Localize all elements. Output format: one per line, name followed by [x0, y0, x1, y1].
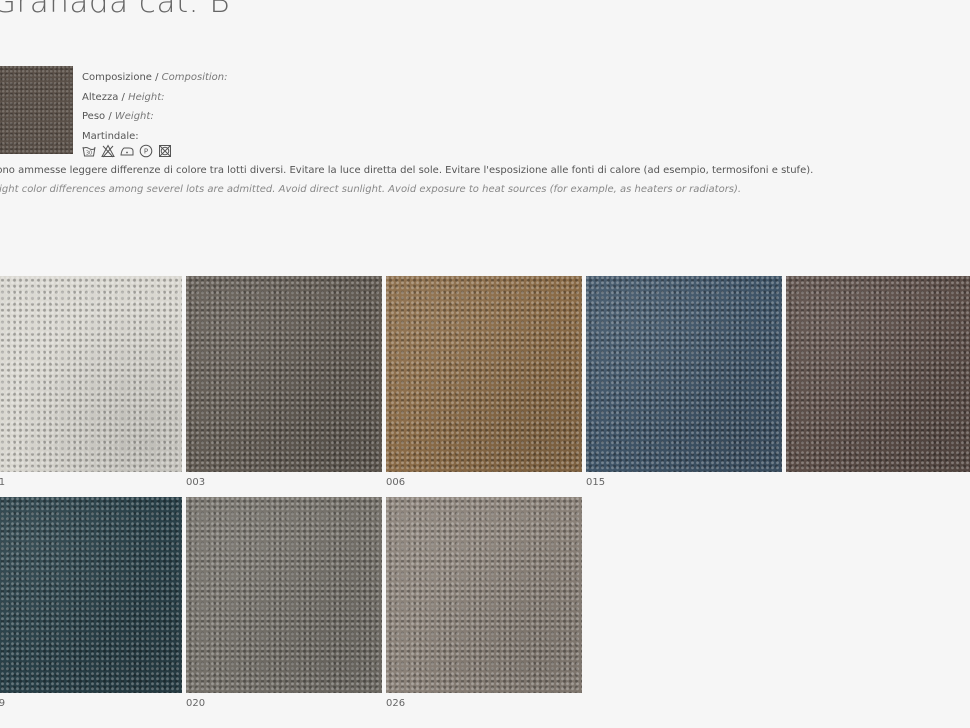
swatch-code: 019	[0, 698, 6, 709]
spec-composition: Composizione / Composition:	[82, 72, 228, 83]
swatch-image[interactable]	[0, 276, 182, 472]
swatch-code: 020	[186, 698, 206, 709]
fabric-thumbnail	[0, 66, 73, 154]
svg-text:30: 30	[86, 151, 92, 157]
swatch-image[interactable]	[386, 276, 582, 472]
dry-clean-p-icon: P	[139, 143, 153, 158]
swatch-019[interactable]: 019	[0, 497, 182, 709]
care-icons: 30 P	[82, 143, 172, 158]
swatch-image[interactable]	[786, 276, 970, 472]
svg-text:P: P	[144, 148, 148, 156]
swatch-026[interactable]: 026	[386, 497, 582, 709]
iron-low-icon	[120, 143, 134, 157]
no-bleach-icon	[101, 143, 115, 158]
swatch-015[interactable]: 015	[586, 276, 782, 488]
swatch-006[interactable]: 006	[386, 276, 582, 488]
swatch-020[interactable]: 020	[186, 497, 382, 709]
swatch-image[interactable]	[586, 276, 782, 472]
wash-30-icon: 30	[82, 143, 96, 157]
note-italian: Sono ammesse leggere differenze di color…	[0, 165, 814, 176]
spec-height: Altezza / Height:	[82, 91, 165, 103]
swatch-image[interactable]	[0, 497, 182, 693]
note-english: Slight color differences among severel l…	[0, 184, 742, 195]
swatch-image[interactable]	[186, 276, 382, 472]
swatch-code: 015	[586, 477, 606, 488]
swatch-code: 006	[386, 477, 406, 488]
spec-list: Composizione / Composition: Altezza / He…	[82, 68, 228, 146]
swatch-code: 001	[0, 477, 6, 488]
swatch-code: 003	[186, 477, 206, 488]
swatch-016[interactable]: 016	[786, 276, 970, 472]
spec-weight: Peso / Weight:	[82, 111, 154, 122]
swatch-003[interactable]: 003	[186, 276, 382, 488]
swatch-001[interactable]: 001	[0, 276, 182, 488]
swatch-image[interactable]	[186, 497, 382, 693]
page-title: Granada cat. B	[0, 0, 231, 20]
swatch-code: 026	[386, 698, 406, 709]
swatch-image[interactable]	[386, 497, 582, 693]
no-tumble-dry-icon	[158, 143, 172, 157]
